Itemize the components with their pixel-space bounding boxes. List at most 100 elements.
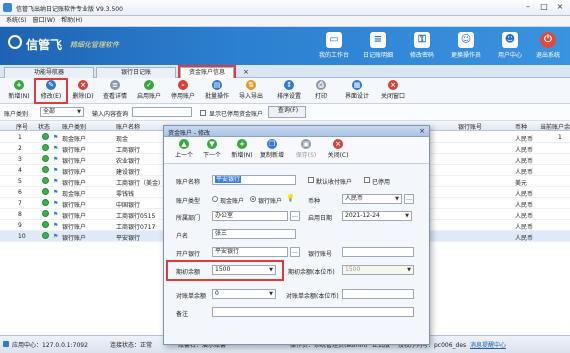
users-icon: ☺: [458, 32, 474, 48]
delete-button[interactable]: × 删除(D): [68, 80, 98, 102]
tab-close-icon[interactable]: ×: [243, 68, 249, 76]
edit-button[interactable]: ✎ 修改(E): [34, 78, 68, 104]
dialog-close-button[interactable]: × 关闭(C): [324, 139, 352, 159]
print-button[interactable]: ⎙ 打印: [306, 80, 336, 102]
chevron-down-icon: ▼: [407, 267, 411, 273]
disabled-checkbox[interactable]: [364, 177, 370, 183]
printer-icon: ⎙: [316, 80, 326, 90]
bank-open-more-button[interactable]: …: [290, 247, 300, 257]
cash-radio[interactable]: [212, 196, 218, 202]
bank-radio[interactable]: [250, 196, 256, 202]
close-window-button[interactable]: × 关闭窗口: [378, 80, 408, 102]
recon-local-input[interactable]: [342, 289, 414, 299]
opening-balance-input[interactable]: 1500 ▼: [212, 265, 276, 275]
row-currency: 人民币: [515, 202, 534, 209]
close-button[interactable]: ×: [552, 2, 568, 13]
tab-navigator[interactable]: 功能导航器: [4, 67, 94, 78]
message-center-link[interactable]: 消息提醒中心: [470, 340, 506, 349]
tab-fund-accounts[interactable]: 资金账户信息: [178, 65, 236, 80]
switch-operator-button[interactable]: ☺ 更换操作员: [444, 31, 488, 63]
close-icon: ×: [333, 139, 343, 149]
query-input[interactable]: [132, 107, 192, 117]
layout-design-button[interactable]: ▦ 界面设计: [342, 80, 372, 102]
row-number: 2: [18, 145, 22, 152]
dept-input[interactable]: 办公室: [212, 211, 288, 221]
bank-no-label: 银行账号: [308, 251, 333, 258]
row-account-name: 建设银行: [116, 169, 141, 176]
tab-bank-journal[interactable]: 银行日记账: [96, 67, 176, 78]
row-account-name: 工商银行: [116, 147, 141, 154]
dialog-close-icon[interactable]: ×: [419, 127, 425, 135]
change-password-button[interactable]: ⚿ 修改密码: [400, 31, 444, 63]
currency-more-button[interactable]: …: [404, 194, 414, 204]
add-button[interactable]: + 新增(N): [4, 80, 34, 102]
header-name[interactable]: 账户名称: [116, 122, 140, 131]
header-balance[interactable]: 当前账户余额: [540, 122, 570, 131]
journal-detail-button[interactable]: ≡ 日记账明细: [356, 31, 400, 63]
start-date-label: 启用日期: [308, 215, 333, 222]
header-no[interactable]: 序号: [16, 122, 28, 131]
dialog-add-button[interactable]: + 新增(N): [228, 139, 256, 159]
header-type[interactable]: 账户类别: [62, 122, 86, 131]
sort-settings-button[interactable]: ↕ 排序设置: [274, 80, 304, 102]
row-currency: 人民币: [515, 191, 534, 198]
dept-more-button[interactable]: …: [290, 211, 300, 221]
account-name-input[interactable]: 平安银行: [212, 175, 296, 185]
status-icon: [42, 133, 49, 140]
account-type-label: 账户类型: [176, 198, 201, 205]
remark-input[interactable]: [212, 307, 414, 317]
import-export-button[interactable]: ⇅ 导入导出: [236, 80, 266, 102]
menu-system[interactable]: 系统(S): [6, 16, 27, 26]
flag-icon: ⚑: [53, 222, 59, 229]
status-icon: [42, 232, 49, 239]
recon-local-label: 对账单余额(本位币): [286, 293, 339, 300]
query-button[interactable]: 查询(F): [268, 106, 306, 118]
bank-no-input[interactable]: [342, 247, 414, 257]
status-server: 应用中心：127.0.0.1:7092: [12, 342, 88, 349]
save-button[interactable]: ▣ 保存(S): [292, 139, 320, 159]
row-account-name: 零钱钱: [116, 191, 135, 198]
disable-account-button[interactable]: – 停用账户: [168, 80, 198, 102]
query-label: 输入内容查询: [92, 111, 129, 118]
row-number: 1: [18, 134, 22, 141]
row-account-type: 现金账户: [62, 191, 87, 198]
menu-help[interactable]: 帮助(H): [61, 16, 82, 26]
header-currency[interactable]: 币种: [515, 122, 527, 131]
next-button[interactable]: ▼ 下一个: [198, 139, 226, 159]
header-bank-no[interactable]: 银行账号: [458, 122, 482, 131]
copy-icon: ❐: [267, 139, 277, 149]
default-account-checkbox[interactable]: [308, 177, 314, 183]
status-icon: [42, 210, 49, 217]
holder-input[interactable]: 张三: [212, 229, 296, 239]
view-detail-button[interactable]: ≡ 查看详情: [100, 80, 130, 102]
header-status[interactable]: 状态: [38, 122, 50, 131]
start-date-input[interactable]: 2021-12-24 ▼: [342, 211, 412, 221]
opening-balance-label: 期初余额: [176, 269, 201, 276]
bank-open-input[interactable]: 平安银行: [212, 247, 288, 257]
maximize-button[interactable]: □: [536, 2, 552, 13]
minimize-button[interactable]: –: [520, 2, 536, 13]
recon-input[interactable]: 0 ▼: [212, 289, 276, 299]
power-icon: ⏻: [540, 32, 556, 48]
menu-window[interactable]: 窗口(W): [33, 16, 56, 26]
copy-add-button[interactable]: ❐ 复制新增: [258, 139, 286, 159]
opening-local-label: 期初余额(本位币): [288, 269, 335, 276]
opening-local-input[interactable]: 1500 ▼: [342, 265, 414, 275]
flag-icon: ⚑: [53, 211, 59, 218]
batch-button[interactable]: ▤ 批量操作: [202, 80, 232, 102]
detail-icon: ≡: [110, 80, 120, 90]
tab-bar: 功能导航器 银行日记账 资金账户信息 ×: [0, 65, 570, 80]
show-disabled-checkbox[interactable]: [200, 110, 206, 116]
recon-label: 对账单余额: [176, 293, 207, 300]
type-filter-select[interactable]: 全部 ▼: [40, 107, 84, 117]
currency-select[interactable]: 人民币 ▼: [342, 194, 402, 204]
exit-button[interactable]: ⏻ 退出系统: [526, 31, 570, 63]
row-account-name: 平安银行: [116, 235, 141, 242]
plus-icon: +: [237, 139, 247, 149]
show-disabled-label: 显示已停用资金账户: [209, 111, 264, 118]
workbench-button[interactable]: ▭ 我的工作台: [312, 31, 356, 63]
lightbulb-icon: 💡: [286, 194, 295, 202]
dialog-title: 资金账户 - 修改: [168, 130, 210, 137]
prev-button[interactable]: ▲ 上一个: [170, 139, 198, 159]
enable-account-button[interactable]: ✓ 启用账户: [134, 80, 164, 102]
